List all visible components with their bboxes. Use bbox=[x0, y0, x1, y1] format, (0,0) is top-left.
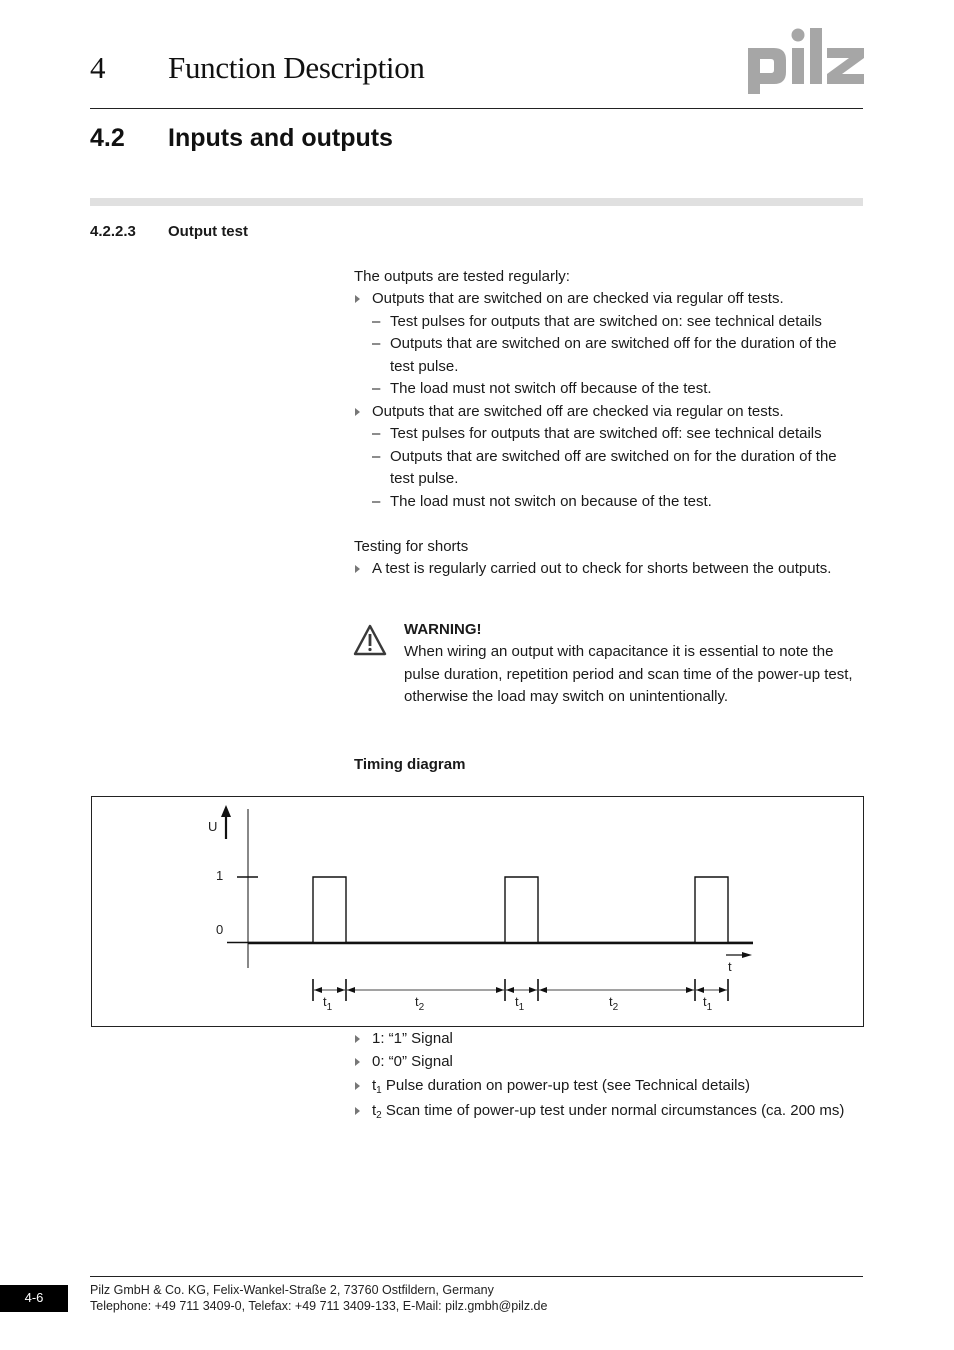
sub-list-item: – Test pulses for outputs that are switch… bbox=[354, 311, 874, 334]
chapter-title: Function Description bbox=[168, 50, 425, 85]
interval-label-t2: t2 bbox=[609, 994, 619, 1013]
list-item: Outputs that are switched on are checked… bbox=[354, 288, 874, 401]
x-axis-arrowhead-icon bbox=[742, 952, 752, 958]
header-rule bbox=[90, 108, 863, 109]
sub-list: – Test pulses for outputs that are switch… bbox=[354, 423, 874, 513]
arrowhead-icon bbox=[314, 987, 322, 993]
section-divider-bar bbox=[90, 198, 863, 206]
timing-diagram: U 1 0 t t1 t2 t1 t2 t1 bbox=[91, 796, 864, 1027]
signal-waveform bbox=[248, 876, 753, 944]
arrowhead-icon bbox=[539, 987, 547, 993]
logo-z bbox=[827, 48, 864, 84]
pilz-logo bbox=[748, 28, 864, 94]
level-0-label: 0 bbox=[216, 922, 223, 937]
arrowhead-icon bbox=[506, 987, 514, 993]
legend-text: 1: “1” Signal bbox=[372, 1030, 453, 1047]
section-number: 4.2 bbox=[90, 124, 125, 152]
logo-l-stem bbox=[810, 28, 822, 84]
arrowhead-icon bbox=[496, 987, 504, 993]
list-item: A test is regularly carried out to check… bbox=[354, 558, 894, 581]
logo-i-stem bbox=[792, 48, 804, 84]
y-axis-arrowhead-icon bbox=[221, 805, 231, 817]
sub-item-text: Test pulses for outputs that are switche… bbox=[390, 425, 822, 442]
sub-list-item: – Outputs that are switched on are switch… bbox=[354, 333, 874, 378]
dash-marker: – bbox=[372, 425, 381, 442]
bullet-triangle-icon bbox=[355, 1035, 360, 1043]
level-1-label: 1 bbox=[216, 868, 223, 883]
sub-item-text: Outputs that are switched off are switch… bbox=[390, 447, 837, 488]
legend-item: 0: “0” Signal bbox=[354, 1051, 854, 1074]
intro-text: The outputs are tested regularly: bbox=[354, 268, 570, 285]
interval-label-t1: t1 bbox=[323, 994, 333, 1013]
sub-item-text: The load must not switch on because of t… bbox=[390, 492, 712, 510]
bullet-text: Outputs that are switched off are checke… bbox=[372, 402, 784, 420]
sub-list-item: – The load must not switch on because of … bbox=[354, 491, 874, 514]
footer-address: Pilz GmbH & Co. KG, Felix-Wankel-Straße … bbox=[90, 1283, 494, 1297]
dash-marker: – bbox=[372, 447, 381, 465]
y-axis-label: U bbox=[208, 819, 217, 834]
bullet-triangle-icon bbox=[355, 407, 360, 416]
arrowhead-icon bbox=[719, 987, 727, 993]
arrowhead-icon bbox=[686, 987, 694, 993]
timing-legend: 1: “1” Signal 0: “0” Signal t1 Pulse dur… bbox=[354, 1028, 854, 1123]
dash-marker: – bbox=[372, 492, 381, 510]
legend-text: Scan time of power-up test under normal … bbox=[381, 1102, 845, 1119]
dash-marker: – bbox=[372, 335, 381, 352]
sub-item-text: The load must not switch off because of … bbox=[390, 380, 712, 397]
list-item: Outputs that are switched off are checke… bbox=[354, 401, 874, 514]
sub-list-item: – Outputs that are switched off are switc… bbox=[354, 446, 874, 491]
legend-text: Pulse duration on power-up test (see Tec… bbox=[381, 1077, 750, 1094]
bullet-triangle-icon bbox=[355, 295, 360, 303]
subsection-title: Output test bbox=[168, 223, 248, 240]
sub-list-item: – Test pulses for outputs that are switch… bbox=[354, 423, 874, 446]
subsection-number: 4.2.2.3 bbox=[90, 223, 136, 240]
warning-triangle-icon bbox=[353, 624, 387, 656]
dash-marker: – bbox=[372, 380, 381, 397]
legend-item: t2 Scan time of power-up test under norm… bbox=[354, 1098, 854, 1123]
sub-list-item: – The load must not switch off because of… bbox=[354, 378, 874, 401]
bullet-triangle-icon bbox=[355, 1057, 360, 1066]
legend-text: 0: “0” Signal bbox=[372, 1052, 453, 1070]
shorts-list: A test is regularly carried out to check… bbox=[354, 558, 894, 581]
legend-item: 1: “1” Signal bbox=[354, 1028, 854, 1051]
sub-item-text: Outputs that are switched on are switche… bbox=[390, 335, 837, 375]
x-axis-label: t bbox=[728, 959, 732, 974]
arrowhead-icon bbox=[337, 987, 345, 993]
legend-item: t1 Pulse duration on power-up test (see … bbox=[354, 1073, 854, 1098]
bullet-triangle-icon bbox=[355, 1107, 360, 1115]
sub-list: – Test pulses for outputs that are switch… bbox=[354, 311, 874, 401]
arrowhead-icon bbox=[696, 987, 704, 993]
bullet-triangle-icon bbox=[355, 1082, 360, 1090]
chapter-number: 4 bbox=[90, 50, 106, 85]
interval-label-t2: t2 bbox=[415, 994, 425, 1013]
page-number: 4-6 bbox=[0, 1285, 68, 1312]
bullet-triangle-icon bbox=[355, 565, 360, 573]
logo-i-dot bbox=[791, 28, 805, 42]
arrowhead-icon bbox=[347, 987, 355, 993]
footer-rule bbox=[90, 1276, 863, 1277]
timing-diagram-svg: U 1 0 t t1 t2 t1 t2 t1 bbox=[208, 805, 753, 1013]
bullet-text: A test is regularly carried out to check… bbox=[372, 560, 832, 577]
output-test-list: Outputs that are switched on are checked… bbox=[354, 288, 874, 513]
dash-marker: – bbox=[372, 312, 381, 330]
arrowhead-icon bbox=[529, 987, 537, 993]
timing-diagram-title: Timing diagram bbox=[354, 756, 466, 773]
warning-title: WARNING! bbox=[404, 621, 482, 638]
sub-item-text: Test pulses for outputs that are switche… bbox=[390, 312, 822, 330]
footer-contact: Telephone: +49 711 3409-0, Telefax: +49 … bbox=[90, 1299, 548, 1313]
interval-label-t1: t1 bbox=[515, 994, 525, 1013]
shorts-heading: Testing for shorts bbox=[354, 538, 469, 555]
section-title: Inputs and outputs bbox=[168, 124, 393, 152]
interval-label-t1: t1 bbox=[703, 994, 713, 1013]
warning-text: When wiring an output with capacitance i… bbox=[404, 643, 853, 705]
bullet-text: Outputs that are switched on are checked… bbox=[372, 290, 784, 307]
